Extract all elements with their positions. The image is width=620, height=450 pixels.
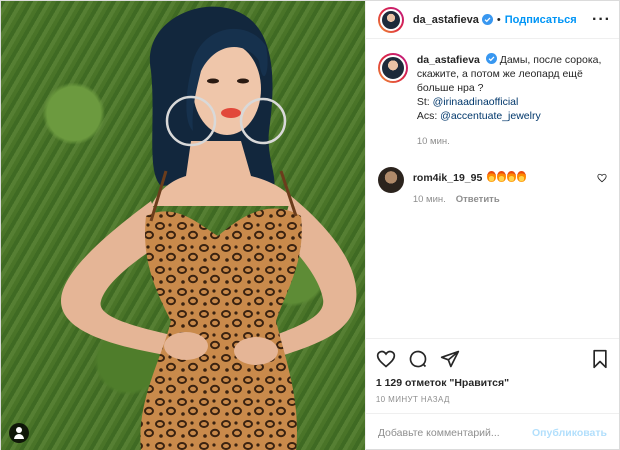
fire-icon [487,171,497,182]
comment-body: rom4ik_19_95 10 мин. Ответить [413,167,607,207]
verified-badge-icon [485,53,497,64]
jewelry-mention-link[interactable]: @accentuate_jewelry [440,110,541,122]
header-username[interactable]: da_astafieva [413,14,479,26]
instagram-post: da_astafieva • Подписаться ··· da_astafi… [0,0,620,450]
user-icon-body [14,434,24,439]
fire-emojis [486,171,527,185]
fire-icon [517,171,527,182]
caption-avatar[interactable] [377,53,408,83]
post-sidebar: da_astafieva • Подписаться ··· da_astafi… [364,1,619,450]
save-bookmark-icon[interactable] [591,349,609,369]
tagged-users-button[interactable] [9,423,29,443]
fire-icon [497,171,507,182]
share-paper-plane-icon[interactable] [440,349,460,369]
more-options-icon[interactable]: ··· [592,11,611,28]
comment-item: rom4ik_19_95 10 мин. Ответить [377,167,607,207]
post-actions: 1 129 отметок "Нравится" 10 МИНУТ НАЗАД [365,338,619,413]
caption-text: da_astafieva Дамы, после сорока, скажите… [417,53,607,149]
post-timestamp: 10 МИНУТ НАЗАД [375,395,450,404]
comments-section: da_astafieva Дамы, после сорока, скажите… [366,39,619,338]
comment-meta: 10 мин. Ответить [413,193,607,207]
caption-username[interactable]: da_astafieva [417,54,480,66]
action-icons [376,345,609,373]
like-heart-icon[interactable] [376,349,396,369]
reply-button[interactable]: Ответить [456,194,500,205]
caption-time: 10 мин. [416,136,450,147]
woman-in-leopard-dress-illustration [61,6,357,450]
commenter-avatar[interactable] [377,167,404,193]
user-icon-head [16,427,22,433]
follow-button[interactable]: Подписаться [505,14,577,26]
stylist-prefix: St: [416,96,433,108]
stylist-mention-link[interactable]: @irinaadinaofficial [433,96,519,108]
comment-time: 10 мин. [412,194,446,205]
comment-input[interactable] [377,426,533,439]
caption: da_astafieva Дамы, после сорока, скажите… [377,53,607,149]
comment-like-heart-icon[interactable] [597,173,607,183]
verified-badge-icon [481,14,493,25]
avatar[interactable] [377,6,404,33]
likes-count[interactable]: 1 129 отметок "Нравится" [376,377,609,389]
publish-button[interactable]: Опубликовать [532,427,607,439]
add-comment-bar: Опубликовать [365,413,619,450]
separator-dot: • [496,13,501,26]
post-header: da_astafieva • Подписаться ··· [365,1,619,39]
post-photo[interactable] [1,1,365,450]
commenter-username[interactable]: rom4ik_19_95 [413,171,482,185]
fire-icon [507,171,517,182]
comment-bubble-icon[interactable] [408,349,428,369]
accessories-prefix: Acs: [416,110,441,122]
